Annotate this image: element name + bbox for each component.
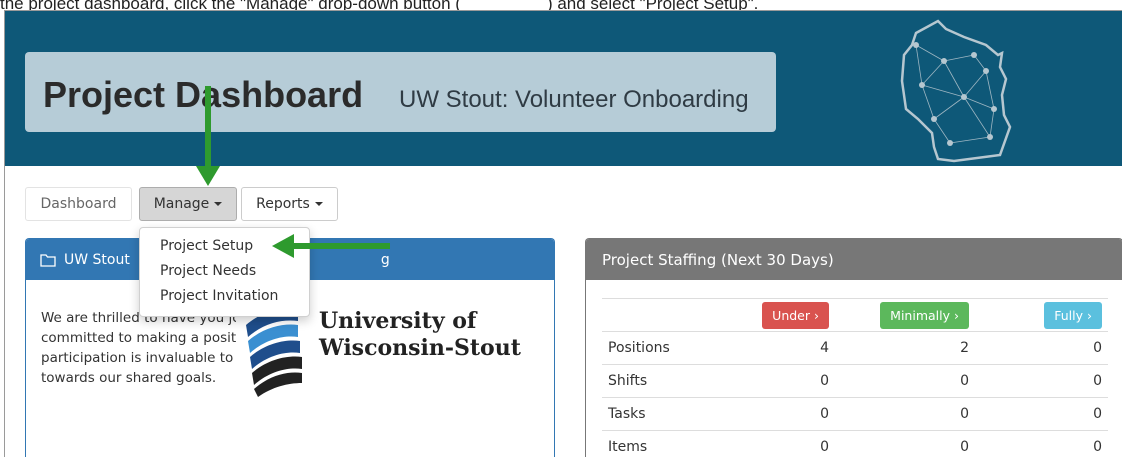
welcome-panel-title: UW Stout: [64, 251, 130, 268]
caret-down-icon: [314, 202, 323, 206]
header-banner: Project Dashboard UW Stout: Volunteer On…: [5, 11, 1122, 166]
logo-line-1: University of: [319, 308, 477, 334]
cell-minimally: 0: [835, 397, 975, 431]
menu-item-project-invitation[interactable]: Project Invitation: [140, 284, 309, 309]
title-box: Project Dashboard UW Stout: Volunteer On…: [25, 52, 776, 132]
cell-fully: 0: [975, 397, 1108, 431]
welcome-panel-title-end: g: [380, 251, 390, 268]
project-staffing-panel: Project Staffing (Next 30 Days) Under › …: [585, 238, 1122, 457]
fully-label: Fully: [1054, 307, 1084, 323]
uw-stout-logo-icon: [246, 308, 302, 397]
folder-icon: [40, 253, 56, 267]
row-label: Items: [602, 430, 702, 457]
fully-staffed-button[interactable]: Fully ›: [1044, 301, 1102, 329]
table-row: Items 0 0 0: [602, 430, 1108, 457]
under-label: Under: [772, 307, 811, 323]
menu-item-project-setup[interactable]: Project Setup: [140, 234, 309, 259]
page-title: Project Dashboard: [43, 74, 364, 115]
cell-fully: 0: [975, 331, 1108, 365]
cell-minimally: 0: [835, 364, 975, 398]
cell-fully: 0: [975, 364, 1108, 398]
caret-down-icon: [214, 202, 223, 206]
cell-under: 0: [702, 397, 835, 431]
reports-dropdown-button[interactable]: Reports: [241, 187, 338, 221]
dashboard-label: Dashboard: [40, 196, 117, 212]
manage-dropdown-button[interactable]: Manage: [139, 187, 237, 221]
staffing-panel-header: Project Staffing (Next 30 Days): [586, 239, 1122, 280]
table-row: Positions 4 2 0: [602, 331, 1108, 365]
wisconsin-network-map-icon: [900, 19, 1012, 163]
row-label: Tasks: [602, 397, 702, 431]
cell-under: 0: [702, 364, 835, 398]
cell-under: 4: [702, 331, 835, 365]
project-subtitle: UW Stout: Volunteer Onboarding: [399, 86, 749, 113]
table-header-cell: Minimally ›: [835, 298, 975, 332]
menu-item-project-needs[interactable]: Project Needs: [140, 259, 309, 284]
under-staffed-button[interactable]: Under ›: [762, 301, 829, 329]
table-header-cell: Under ›: [702, 298, 835, 332]
table-header-cell: Fully ›: [975, 298, 1108, 332]
manage-dropdown-menu: Project Setup Project Needs Project Invi…: [139, 227, 310, 317]
browser-frame: Project Dashboard UW Stout: Volunteer On…: [4, 10, 1122, 457]
dashboard-button[interactable]: Dashboard: [25, 187, 132, 221]
reports-label: Reports: [256, 196, 310, 212]
manage-label: Manage: [153, 196, 210, 212]
table-header-row: Under › Minimally › Fully ›: [602, 298, 1108, 332]
university-logo-text: University of Wisconsin-Stout: [319, 308, 521, 362]
table-header-cell: [602, 298, 702, 332]
minimally-label: Minimally: [890, 307, 951, 323]
cell-fully: 0: [975, 430, 1108, 457]
minimally-staffed-button[interactable]: Minimally ›: [880, 301, 969, 329]
cell-minimally: 2: [835, 331, 975, 365]
row-label: Positions: [602, 331, 702, 365]
cell-under: 0: [702, 430, 835, 457]
table-row: Shifts 0 0 0: [602, 364, 1108, 398]
staffing-table: Under › Minimally › Fully › Positions 4 …: [602, 298, 1108, 457]
logo-line-2: Wisconsin-Stout: [319, 335, 521, 361]
university-logo: University of Wisconsin-Stout: [236, 303, 546, 398]
cell-minimally: 0: [835, 430, 975, 457]
table-row: Tasks 0 0 0: [602, 397, 1108, 431]
row-label: Shifts: [602, 364, 702, 398]
